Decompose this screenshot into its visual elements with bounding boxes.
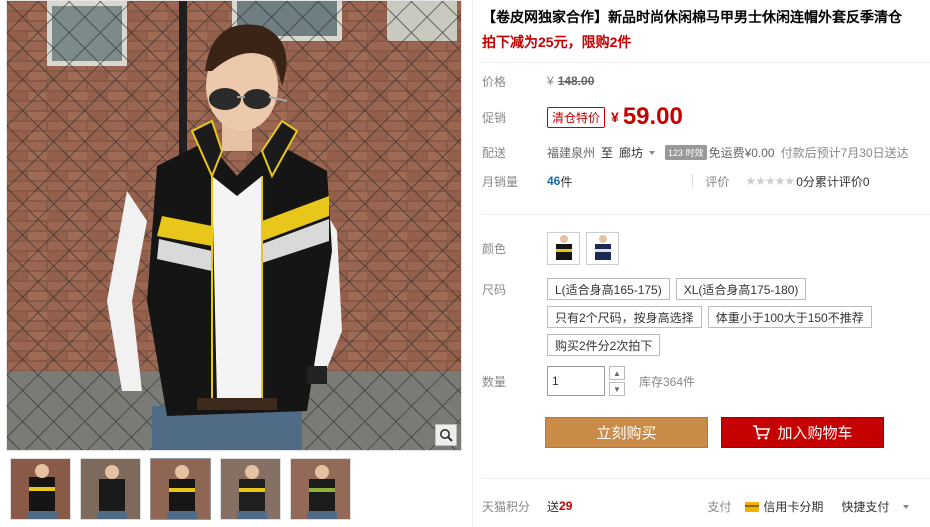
quantity-increase-button[interactable]: ▲ — [609, 366, 625, 380]
main-product-photo[interactable] — [6, 0, 462, 451]
sales-count: 46 — [547, 174, 561, 188]
size-option-l[interactable]: L(适合身高165-175) — [547, 278, 670, 300]
product-title: 【卷皮网独家合作】新品时尚休闲棉马甲男士休闲连帽外套反季清仓 — [482, 9, 902, 25]
divider — [482, 214, 930, 215]
color-label: 颜色 — [482, 241, 507, 256]
zoom-icon[interactable] — [435, 424, 457, 446]
thumbnail-1[interactable] — [10, 458, 71, 520]
size-option-note-3[interactable]: 购买2件分2次拍下 — [547, 334, 661, 356]
sales-unit: 件 — [560, 174, 573, 189]
thumbnail-4[interactable] — [220, 458, 281, 520]
size-option-note-1[interactable]: 只有2个尺码，按身高选择 — [547, 306, 702, 328]
delivery-note: 付款后预计7月30日送达 — [780, 145, 909, 160]
active-thumb-indicator — [177, 458, 187, 459]
footer-row: 天猫积分 送 29 支付 信用卡分期 快捷支付 — [482, 497, 910, 515]
quantity-label: 数量 — [482, 374, 507, 389]
buy-now-label: 立刻购买 — [596, 425, 657, 442]
pay-label: 支付 — [707, 499, 732, 514]
sales-row: 月销量 46 件 评价 ★★★★★ 0分 累计评价0 — [482, 172, 870, 190]
product-subtitle: 拍下减为25元，限购2件 — [482, 34, 632, 50]
star-rating-icon: ★★★★★ — [745, 174, 795, 188]
photo-illustration — [7, 1, 461, 450]
buy-now-button[interactable]: 立刻购买 — [545, 417, 708, 448]
credit-installment-link[interactable]: 信用卡分期 — [745, 498, 823, 515]
divider — [482, 62, 930, 63]
color-swatch-blue[interactable] — [586, 231, 619, 265]
color-swatch-yellow[interactable] — [547, 231, 580, 265]
chevron-down-icon — [903, 505, 910, 510]
price-row: 价格 ¥ 148.00 — [482, 72, 594, 90]
quantity-input[interactable] — [547, 366, 605, 396]
stock-count: 库存364件 — [639, 374, 696, 389]
price-currency: ¥ — [547, 74, 554, 88]
product-info-panel: 【卷皮网独家合作】新品时尚休闲棉马甲男士休闲连帽外套反季清仓 拍下减为25元，限… — [482, 0, 930, 527]
divider — [482, 478, 930, 479]
points-value: 29 — [559, 499, 573, 513]
add-to-cart-button[interactable]: 加入购物车 — [721, 417, 884, 448]
size-option-xl[interactable]: XL(适合身高175-180) — [675, 278, 807, 300]
size-row: 尺码 L(适合身高165-175) XL(适合身高175-180) — [482, 278, 812, 300]
size-row-3: 购买2件分2次拍下 — [547, 334, 666, 356]
credit-installment-label: 信用卡分期 — [763, 499, 824, 514]
cart-icon — [753, 425, 771, 440]
points-prefix: 送 — [547, 499, 560, 514]
thumbnail-3[interactable] — [150, 458, 211, 520]
column-divider — [472, 0, 473, 527]
price-label: 价格 — [482, 74, 507, 89]
review-label: 评价 — [705, 174, 730, 189]
thumbnail-2[interactable] — [80, 458, 141, 520]
color-row: 颜色 — [482, 230, 625, 266]
delivery-destination-label: 廊坊 — [619, 145, 644, 160]
thumbnail-5[interactable] — [290, 458, 351, 520]
quantity-decrease-button[interactable]: ▼ — [609, 382, 625, 396]
points-label: 天猫积分 — [482, 499, 531, 514]
promo-currency: ¥ — [611, 109, 619, 125]
review-score: 0分 — [796, 174, 815, 189]
chevron-down-icon — [649, 151, 656, 156]
thumbnail-strip — [10, 458, 351, 524]
divider — [692, 174, 694, 188]
promo-row: 促销 清仓特价 ¥ 59.00 — [482, 102, 683, 132]
quick-pay-label: 快捷支付 — [841, 499, 890, 514]
delivery-to-word: 至 — [601, 145, 614, 160]
sales-label: 月销量 — [482, 174, 519, 189]
delivery-label: 配送 — [482, 145, 507, 160]
delivery-row: 配送 福建泉州 至 廊坊 123 时效 免运费¥0.00 付款后预计7月30日送… — [482, 143, 909, 161]
delivery-fee: 免运费¥0.00 — [708, 145, 775, 160]
size-label: 尺码 — [482, 282, 507, 297]
size-option-note-2[interactable]: 体重小于100大于150不推荐 — [707, 306, 872, 328]
promo-label: 促销 — [482, 110, 507, 125]
size-row-2: 只有2个尺码，按身高选择 体重小于100大于150不推荐 — [547, 306, 878, 328]
promo-price: 59.00 — [622, 103, 683, 130]
delivery-destination[interactable]: 廊坊 — [619, 144, 656, 161]
product-gallery — [0, 0, 470, 527]
promo-tag: 清仓特价 — [547, 106, 606, 128]
original-price: 148.00 — [557, 74, 595, 88]
add-to-cart-label: 加入购物车 — [777, 425, 853, 442]
quick-pay-dropdown[interactable]: 快捷支付 — [841, 498, 910, 515]
credit-card-icon — [745, 502, 760, 513]
delivery-from: 福建泉州 — [547, 145, 596, 160]
review-count-link[interactable]: 累计评价0 — [815, 173, 870, 190]
quantity-row: 数量 ▲ ▼ 库存364件 — [482, 365, 695, 397]
delivery-time-badge: 123 时效 — [665, 144, 707, 160]
quantity-stepper: ▲ ▼ — [609, 366, 625, 396]
